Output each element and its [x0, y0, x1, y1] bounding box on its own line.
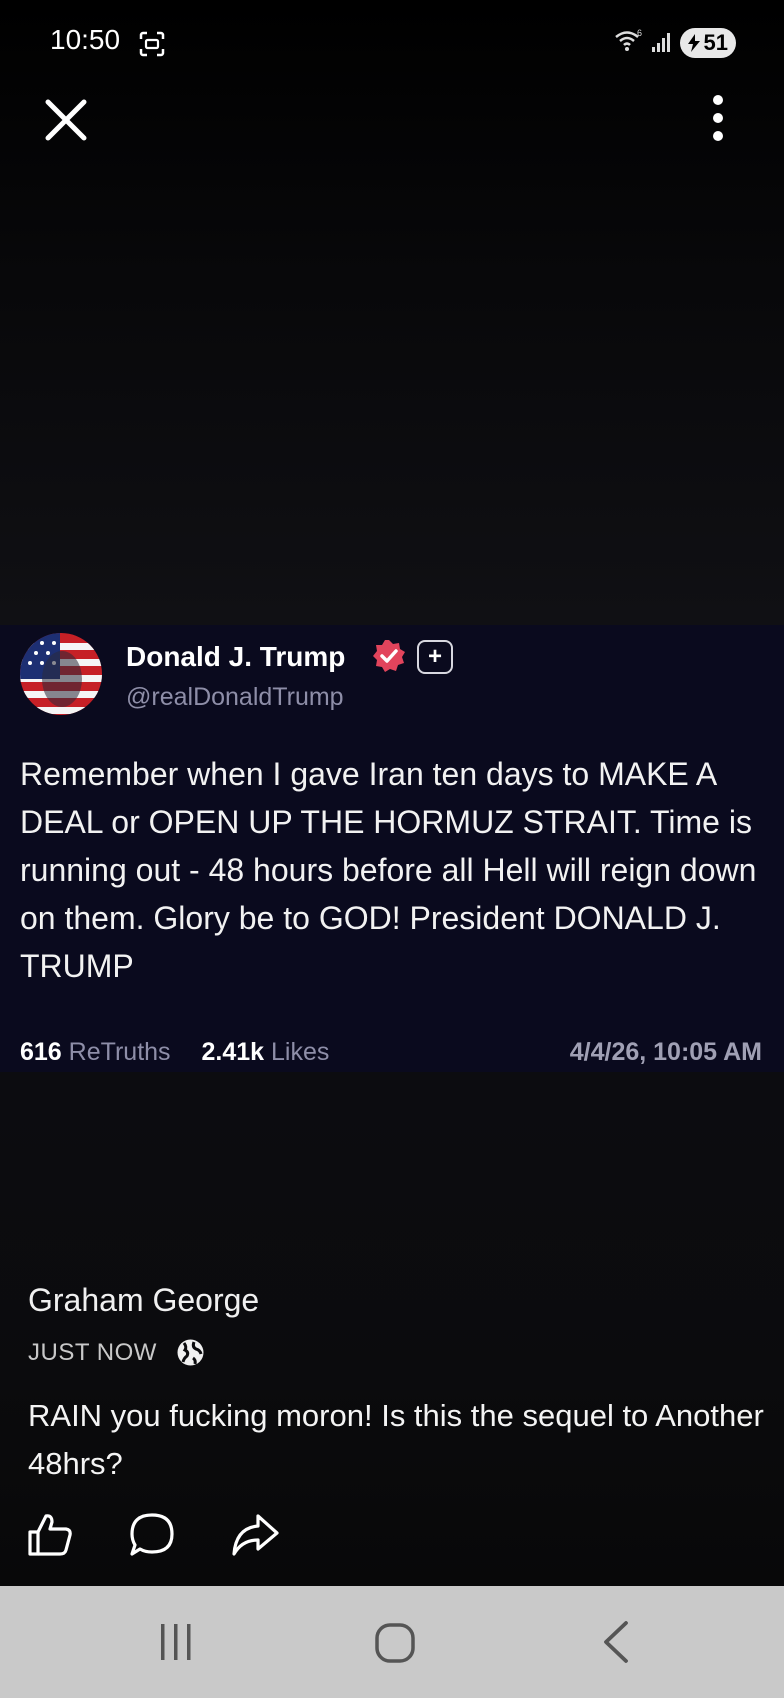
- share-icon: [232, 1514, 279, 1556]
- home-button[interactable]: [374, 1622, 416, 1664]
- battery-indicator: 51: [680, 28, 736, 58]
- avatar: [20, 633, 102, 715]
- like-button[interactable]: [26, 1512, 74, 1558]
- more-vert-icon: [713, 95, 723, 141]
- post-date: 4/4/26, 10:05 AM: [569, 1038, 762, 1066]
- share-button[interactable]: [230, 1512, 280, 1558]
- svg-text:6: 6: [637, 28, 642, 38]
- close-icon: [45, 99, 87, 141]
- more-options-button[interactable]: [700, 90, 736, 150]
- wifi-icon: 6: [614, 28, 644, 54]
- back-button[interactable]: [598, 1620, 634, 1664]
- signal-icon: [650, 30, 674, 54]
- background-bottom: [0, 1072, 784, 1586]
- battery-icon: [688, 34, 700, 52]
- post-handle: @realDonaldTrump: [126, 683, 344, 711]
- recent-apps-icon: [161, 1624, 191, 1660]
- close-button[interactable]: [40, 94, 92, 146]
- background-top: [0, 0, 784, 625]
- screenshot-icon: [138, 30, 166, 58]
- plus-badge: +: [417, 640, 453, 674]
- globe-icon: [176, 1338, 205, 1367]
- likes-label: Likes: [271, 1038, 330, 1066]
- post-body: Remember when I gave Iran ten days to MA…: [20, 756, 757, 984]
- retruths-label: ReTruths: [68, 1038, 171, 1066]
- like-icon: [28, 1514, 72, 1556]
- comment-text: RAIN you fucking moron! Is this the sequ…: [28, 1398, 764, 1481]
- battery-level: 51: [703, 30, 728, 55]
- verified-badge-icon: [371, 638, 407, 674]
- comment-button[interactable]: [128, 1512, 176, 1558]
- back-icon: [604, 1621, 628, 1663]
- post-stats: 616 ReTruths 2.41k Likes: [20, 1038, 329, 1067]
- comment-time: JUST NOW: [28, 1339, 157, 1366]
- comment-author[interactable]: Graham George: [28, 1282, 259, 1319]
- recent-apps-button[interactable]: [156, 1622, 196, 1662]
- post-author-name: Donald J. Trump: [126, 641, 346, 672]
- retruths-count: 616: [20, 1038, 62, 1066]
- likes-count: 2.41k: [201, 1038, 265, 1066]
- home-icon: [375, 1623, 415, 1663]
- comment-icon: [130, 1513, 174, 1556]
- status-time: 10:50: [50, 24, 121, 55]
